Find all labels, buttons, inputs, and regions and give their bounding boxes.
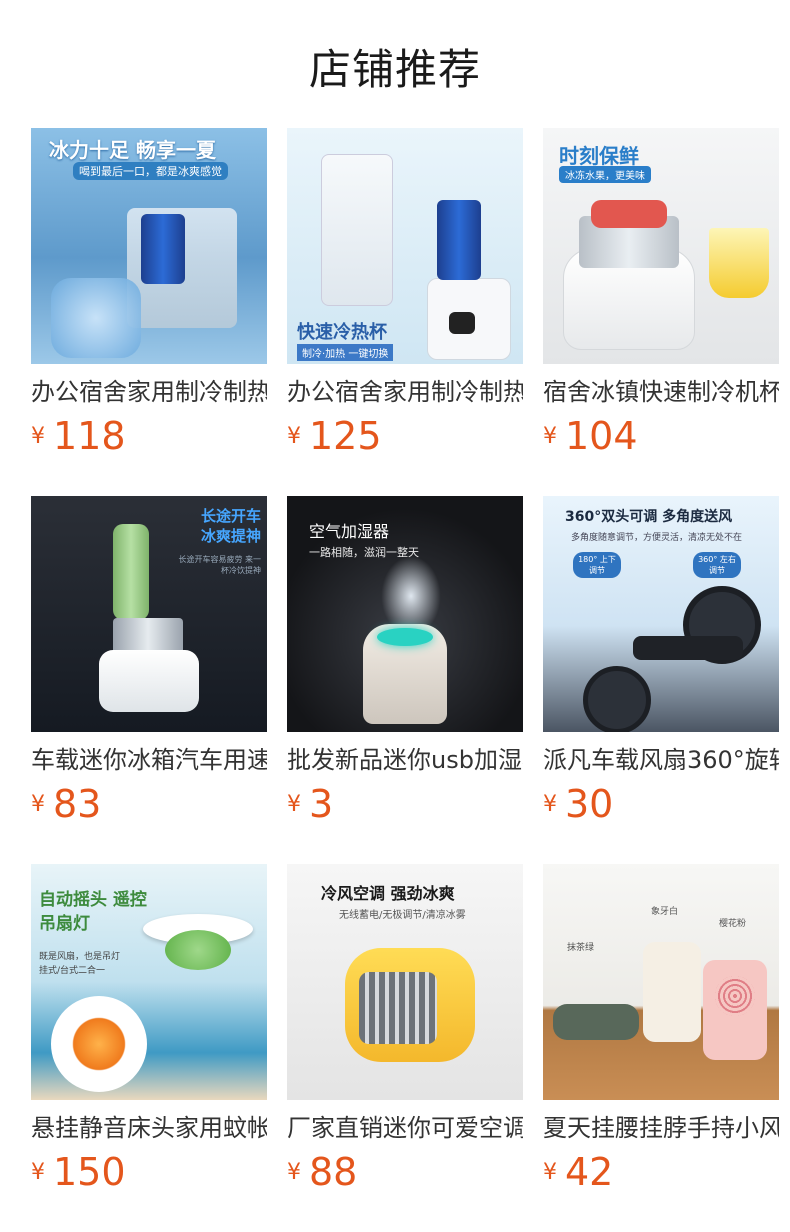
image-subline: 无线蓄电/无极调节/清凉冰雾 — [339, 910, 466, 921]
currency-symbol: ¥ — [543, 1159, 557, 1185]
product-name[interactable]: 宿舍冰镇快速制冷机杯 — [543, 376, 779, 408]
glass-icon — [709, 228, 769, 298]
currency-symbol: ¥ — [31, 1159, 45, 1185]
price-amount: 83 — [53, 782, 102, 826]
color-tag: 象牙白 — [651, 907, 679, 917]
fruit-icon — [591, 200, 667, 228]
color-tag: 樱花粉 — [719, 919, 747, 929]
product-image[interactable]: 自动摇头 遥控吊扇灯 既是风扇，也是吊灯 挂式/台式二合一 — [31, 864, 267, 1100]
product-card[interactable]: 长途开车 冰爽提神 长途开车容易疲劳 来一杯冷饮提神 车载迷你冰箱汽车用速冷杯 … — [31, 496, 267, 832]
product-name[interactable]: 办公宿舍家用制冷制热速冷杯 — [31, 376, 267, 408]
product-card[interactable]: 空气加湿器 一路相随，滋润一整天 批发新品迷你usb加湿器 ¥3 — [287, 496, 523, 832]
bottle-icon — [113, 524, 149, 620]
product-price: ¥42 — [543, 1150, 779, 1194]
image-headline: 时刻保鲜 — [559, 144, 639, 168]
currency-symbol: ¥ — [287, 423, 301, 449]
product-card[interactable]: 冷风空调 强劲冰爽 无线蓄电/无极调节/清凉冰雾 厂家直销迷你可爱空调扇 ¥88 — [287, 864, 523, 1200]
image-headline: 快速冷热杯 — [297, 322, 387, 343]
product-image[interactable]: 长途开车 冰爽提神 长途开车容易疲劳 来一杯冷饮提神 — [31, 496, 267, 732]
vent-icon — [359, 972, 437, 1044]
image-subline: 既是风扇，也是吊灯 挂式/台式二合一 — [39, 952, 121, 976]
cooler-cup-icon — [321, 154, 393, 306]
desk-fan-icon — [51, 996, 147, 1092]
currency-symbol: ¥ — [543, 423, 557, 449]
angle-tag: 360° 左右调节 — [693, 552, 741, 578]
light-icon — [377, 628, 433, 646]
fan-icon — [583, 666, 651, 732]
price-amount: 118 — [53, 414, 126, 458]
product-image[interactable]: 冷风空调 强劲冰爽 无线蓄电/无极调节/清凉冰雾 — [287, 864, 523, 1100]
image-headline: 冰力十足 畅享一夏 — [49, 138, 216, 162]
display-icon — [449, 312, 475, 334]
price-amount: 88 — [309, 1150, 358, 1194]
product-card[interactable]: 时刻保鲜 冰冻水果，更美味 宿舍冰镇快速制冷机杯 ¥104 — [543, 128, 779, 464]
image-subline: 多角度随意调节，方便灵活，清凉无处不在 — [571, 533, 743, 543]
product-image[interactable]: 时刻保鲜 冰冻水果，更美味 — [543, 128, 779, 364]
page-title: 店铺推荐 — [308, 45, 481, 94]
product-name[interactable]: 批发新品迷你usb加湿器 — [287, 744, 523, 776]
product-price: ¥104 — [543, 414, 779, 458]
price-amount: 104 — [565, 414, 638, 458]
handheld-fan-icon — [553, 1004, 639, 1040]
product-price: ¥30 — [543, 782, 779, 826]
can-icon — [141, 214, 185, 284]
image-headline: 自动摇头 遥控吊扇灯 — [39, 890, 147, 934]
angle-tag: 180° 上下调节 — [573, 552, 621, 578]
price-amount: 42 — [565, 1150, 614, 1194]
currency-symbol: ¥ — [543, 791, 557, 817]
product-card[interactable]: 快速冷热杯 制冷·加热 一键切换 办公宿舍家用制冷制热快速冷热杯 ¥125 — [287, 128, 523, 464]
product-price: ¥125 — [287, 414, 523, 458]
image-headline: 冷风空调 强劲冰爽 — [321, 884, 455, 903]
product-row: 长途开车 冰爽提神 长途开车容易疲劳 来一杯冷饮提神 车载迷你冰箱汽车用速冷杯 … — [31, 496, 790, 832]
product-price: ¥150 — [31, 1150, 267, 1194]
product-grid: 冰力十足 畅享一夏 喝到最后一口，都是冰爽感觉 办公宿舍家用制冷制热速冷杯 ¥1… — [31, 128, 790, 1232]
product-name[interactable]: 派凡车载风扇360°旋转双头 — [543, 744, 779, 776]
image-subline: 冰冻水果，更美味 — [559, 166, 651, 183]
fan-icon — [165, 930, 231, 970]
currency-symbol: ¥ — [287, 1159, 301, 1185]
product-price: ¥83 — [31, 782, 267, 826]
product-price: ¥88 — [287, 1150, 523, 1194]
price-amount: 3 — [309, 782, 334, 826]
currency-symbol: ¥ — [31, 423, 45, 449]
price-amount: 125 — [309, 414, 382, 458]
product-name[interactable]: 车载迷你冰箱汽车用速冷杯 — [31, 744, 267, 776]
currency-symbol: ¥ — [287, 791, 301, 817]
product-price: ¥3 — [287, 782, 523, 826]
product-card[interactable]: 冰力十足 畅享一夏 喝到最后一口，都是冰爽感觉 办公宿舍家用制冷制热速冷杯 ¥1… — [31, 128, 267, 464]
price-amount: 150 — [53, 1150, 126, 1194]
can-icon — [437, 200, 481, 280]
product-name[interactable]: 悬挂静音床头家用蚊帐风扇 — [31, 1112, 267, 1144]
image-headline: 空气加湿器 — [309, 522, 390, 541]
price-amount: 30 — [565, 782, 614, 826]
cooler-base-icon — [99, 650, 199, 712]
product-row: 自动摇头 遥控吊扇灯 既是风扇，也是吊灯 挂式/台式二合一 悬挂静音床头家用蚊帐… — [31, 864, 790, 1200]
ice-icon — [51, 278, 141, 358]
product-image[interactable]: 360°双头可调 多角度送风 多角度随意调节，方便灵活，清凉无处不在 180° … — [543, 496, 779, 732]
image-headline: 长途开车 冰爽提神 — [200, 507, 261, 545]
product-image[interactable]: 快速冷热杯 制冷·加热 一键切换 — [287, 128, 523, 364]
image-subline: 长途开车容易疲劳 来一杯冷饮提神 — [178, 555, 261, 575]
product-image[interactable]: 冰力十足 畅享一夏 喝到最后一口，都是冰爽感觉 — [31, 128, 267, 364]
fan-mount-icon — [633, 636, 743, 660]
product-card[interactable]: 自动摇头 遥控吊扇灯 既是风扇，也是吊灯 挂式/台式二合一 悬挂静音床头家用蚊帐… — [31, 864, 267, 1200]
product-image[interactable]: 抹茶绿 象牙白 樱花粉 — [543, 864, 779, 1100]
image-headline: 360°双头可调 多角度送风 — [565, 509, 733, 525]
product-row: 冰力十足 畅享一夏 喝到最后一口，都是冰爽感觉 办公宿舍家用制冷制热速冷杯 ¥1… — [31, 128, 790, 464]
product-image[interactable]: 空气加湿器 一路相随，滋润一整天 — [287, 496, 523, 732]
image-subline: 制冷·加热 一键切换 — [297, 344, 394, 361]
image-subline: 喝到最后一口，都是冰爽感觉 — [73, 162, 228, 180]
product-name[interactable]: 办公宿舍家用制冷制热快速冷热杯 — [287, 376, 523, 408]
currency-symbol: ¥ — [31, 791, 45, 817]
product-name[interactable]: 厂家直销迷你可爱空调扇 — [287, 1112, 523, 1144]
color-tag: 抹茶绿 — [567, 943, 595, 953]
product-price: ¥118 — [31, 414, 267, 458]
fan-grille-icon — [715, 976, 755, 1016]
product-name[interactable]: 夏天挂腰挂脖手持小风扇 — [543, 1112, 779, 1144]
product-card[interactable]: 360°双头可调 多角度送风 多角度随意调节，方便灵活，清凉无处不在 180° … — [543, 496, 779, 832]
handheld-fan-icon — [643, 942, 701, 1042]
product-card[interactable]: 抹茶绿 象牙白 樱花粉 夏天挂腰挂脖手持小风扇 ¥42 — [543, 864, 779, 1200]
